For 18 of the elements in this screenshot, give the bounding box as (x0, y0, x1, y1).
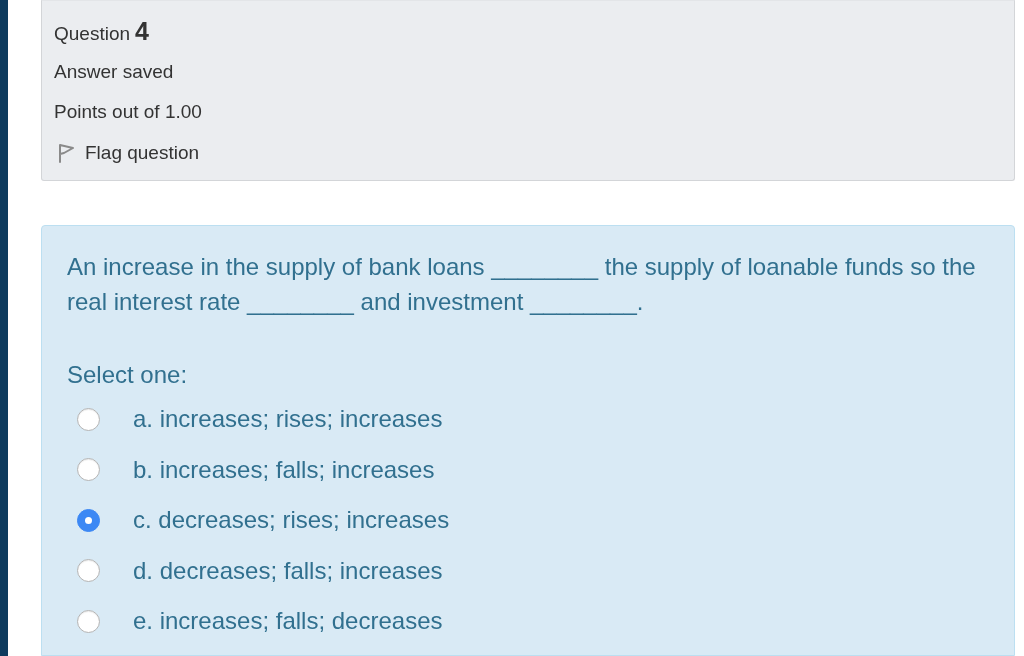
question-number: 4 (135, 18, 149, 44)
radio-button[interactable] (77, 559, 100, 582)
select-prompt: Select one: (67, 360, 188, 390)
option-label: a. increases; rises; increases (133, 404, 443, 434)
option-label: b. increases; falls; increases (133, 454, 435, 485)
radio-button[interactable] (77, 508, 100, 532)
question-heading: Question (54, 22, 131, 46)
option-label: e. increases; falls; decreases (133, 606, 443, 636)
points-text: Points out of 1.00 (54, 100, 202, 124)
question-text: An increase in the supply of bank loans ________ the supply of loanable funds so the real interest rate ________ and investment ________. (67, 252, 977, 317)
radio-button[interactable] (77, 407, 100, 431)
option-label: c. decreases; rises; increases (133, 505, 450, 535)
option-label: d. decreases; falls; increases (133, 555, 443, 586)
answer-status: Answer saved (54, 60, 174, 84)
radio-button[interactable] (77, 458, 100, 481)
radio-button[interactable] (77, 609, 100, 633)
flag-icon (57, 143, 75, 163)
flag-question-link[interactable]: Flag question (85, 142, 200, 164)
